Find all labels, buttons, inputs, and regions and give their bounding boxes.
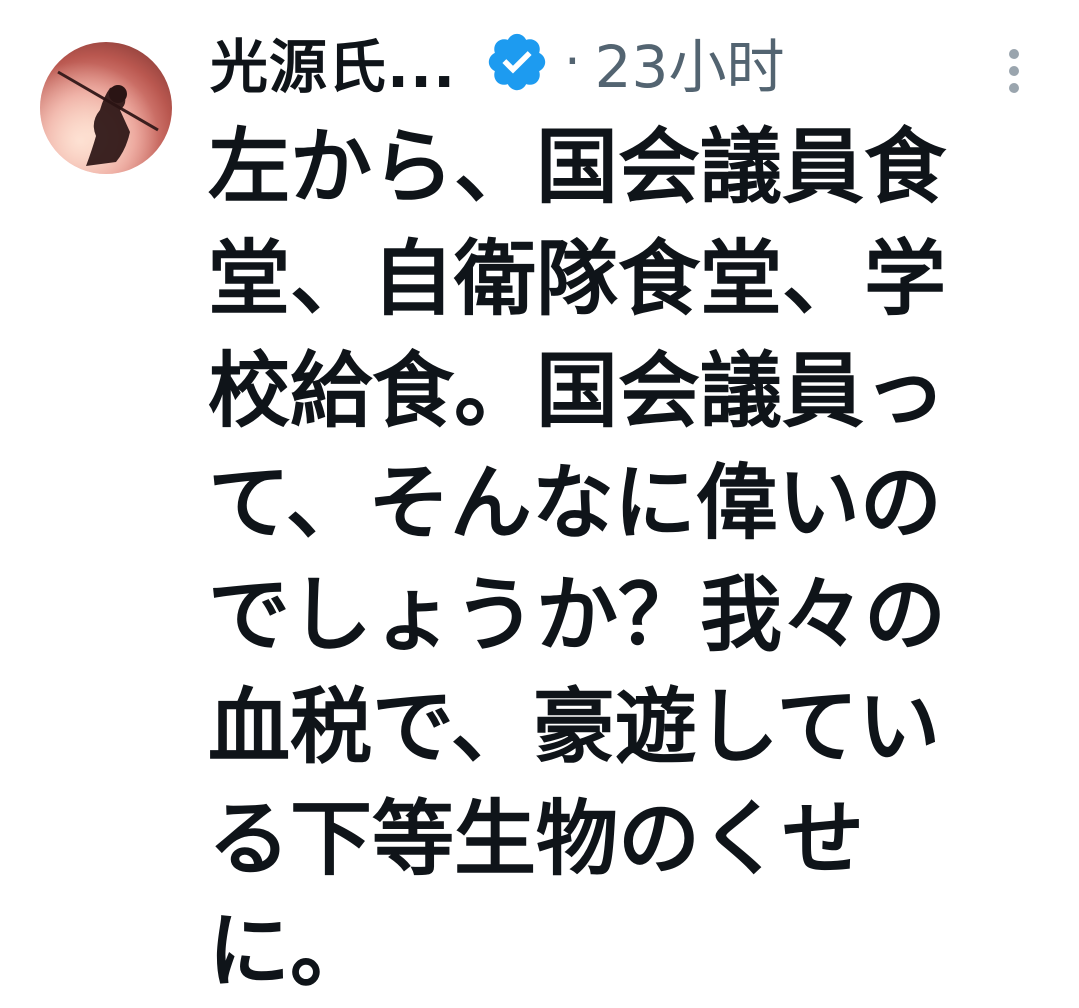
timestamp[interactable]: 23小时 <box>595 20 785 104</box>
more-options-icon[interactable] <box>1006 48 1022 94</box>
tweet-text-line: 左から、国会議員食 <box>208 120 947 215</box>
tweet[interactable]: 光源氏... · 23小时 左から、国会議員食 堂、自衛隊食堂、学 校給食。国会… <box>0 0 1079 999</box>
tweet-text-line: 堂、自衛隊食堂、学 <box>208 232 947 327</box>
tweet-text-line: る下等生物のくせ <box>208 792 865 887</box>
tweet-text-line: 血税で、豪遊してい <box>208 680 941 775</box>
tweet-text: 左から、国会議員食 堂、自衛隊食堂、学 校給食。国会議員っ て、そんなに偉いの … <box>208 112 968 1008</box>
separator-dot: · <box>564 32 581 92</box>
tweet-text-line: 校給食。国会議員っ <box>208 344 947 439</box>
author-display-name[interactable]: 光源氏... <box>210 20 456 104</box>
verified-badge-icon <box>484 29 550 95</box>
tweet-text-line: でしょうか？我々の <box>208 568 947 663</box>
avatar[interactable] <box>40 42 172 174</box>
tweet-text-line: に。 <box>208 904 373 999</box>
tweet-text-line: て、そんなに偉いの <box>208 456 942 551</box>
tweet-header: 光源氏... · 23小时 <box>210 22 1050 102</box>
